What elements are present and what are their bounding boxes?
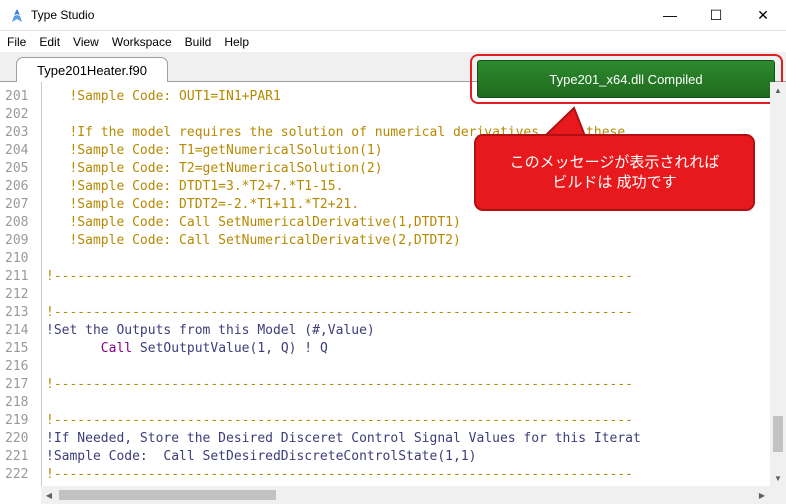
line-number: 218 [5,395,29,410]
app-logo-icon [12,9,22,22]
code-line: 221 !Sample Code: Call SetDesiredDiscrete… [0,448,770,466]
scroll-right-icon[interactable]: ▶ [754,486,770,504]
code-line: 212 [0,286,770,304]
code-text: !Sample Code: T1=getNumericalSolution(1) [46,143,383,158]
line-number: 215 [5,341,29,356]
line-number: 204 [5,143,29,158]
code-line: 218 [0,394,770,412]
code-line: 217 !------------------------------------… [0,376,770,394]
code-line: 211 !------------------------------------… [0,268,770,286]
menu-help[interactable]: Help [217,35,255,49]
line-number: 209 [5,233,29,248]
code-line: 208 !Sample Code: Call SetNumericalDeriv… [0,214,770,232]
code-text: !Sample Code: OUT1=IN1+PAR1 [46,89,281,104]
title-bar: Type Studio — ☐ ✕ [0,0,786,31]
line-number: 217 [5,377,29,392]
line-number: 214 [5,323,29,338]
line-number: 206 [5,179,29,194]
scroll-up-icon[interactable]: ▲ [770,82,786,98]
scrollbar-corner [770,486,786,504]
menu-bar: File Edit View Workspace Build Help [0,31,786,52]
callout-line-2: ビルドは 成功です [552,173,677,191]
code-text: !Sample Code: Call SetNumericalDerivativ… [46,233,461,248]
line-number: 201 [5,89,29,104]
code-line: 216 [0,358,770,376]
menu-file[interactable]: File [0,35,32,49]
code-text: !Sample Code: T2=getNumericalSolution(2) [46,161,383,176]
code-text: !If Needed, Store the Desired Disceret C… [46,431,641,446]
vertical-scrollbar[interactable]: ▲ ▼ [770,82,786,486]
menu-view[interactable]: View [66,35,105,49]
line-number: 219 [5,413,29,428]
line-number: 213 [5,305,29,320]
minimize-button[interactable]: — [647,0,693,30]
line-number: 221 [5,449,29,464]
line-number: 223 [5,484,37,486]
line-number: 220 [5,431,29,446]
scroll-left-icon[interactable]: ◀ [41,486,57,504]
code-line: 210 [0,250,770,268]
code-line: 215 Call SetOutputValue(1, Q) ! Q [0,340,770,358]
line-number: 222 [5,467,29,482]
code-line: 209 !Sample Code: Call SetNumericalDeriv… [0,232,770,250]
code-text: !Set the Outputs from this Model (#,Valu… [46,323,375,338]
code-line: 219 !------------------------------------… [0,412,770,430]
code-text: Call SetOutputValue(1, Q) ! Q [46,340,328,358]
scroll-down-icon[interactable]: ▼ [770,470,786,486]
vertical-scroll-thumb[interactable] [773,416,783,452]
code-text: !Sample Code: Call SetNumericalDerivativ… [46,215,461,230]
maximize-button[interactable]: ☐ [693,0,739,30]
horizontal-scroll-thumb[interactable] [59,490,276,500]
close-icon: ✕ [757,6,769,23]
code-line: 214 !Set the Outputs from this Model (#,V… [0,322,770,340]
line-number: 208 [5,215,29,230]
code-line: 220 !If Needed, Store the Desired Discere… [0,430,770,448]
code-text: !---------------------------------------… [46,467,633,482]
tab-type201heater[interactable]: Type201Heater.f90 [16,57,168,82]
line-number: 212 [5,287,29,302]
close-button[interactable]: ✕ [740,0,786,30]
code-text: !Sample Code: DTDT1=3.*T2+7.*T1-15. [46,179,344,194]
annotation-callout: このメッセージが表示されれば ビルドは 成功です [474,134,755,211]
code-text: !---------------------------------------… [46,269,633,284]
code-text: !---------------------------------------… [46,305,633,320]
compiled-status-banner: Type201_x64.dll Compiled [477,60,775,98]
code-line: 202 [0,106,770,124]
line-number: 211 [5,269,29,284]
maximize-icon: ☐ [709,6,723,23]
code-call-text: SetOutputValue(1, Q) ! Q [132,341,328,356]
code-line: 213 !------------------------------------… [0,304,770,322]
minimize-icon: — [663,7,677,23]
window-title: Type Studio [31,8,95,22]
menu-workspace[interactable]: Workspace [105,35,178,49]
code-text: !Sample Code: Call SetDesiredDiscreteCon… [46,449,477,464]
code-keyword: Call [100,341,133,356]
line-number: 216 [5,359,29,374]
code-text: !---------------------------------------… [46,413,633,428]
menu-edit[interactable]: Edit [32,35,66,49]
code-line: 222 !------------------------------------… [0,466,770,484]
menu-build[interactable]: Build [178,35,218,49]
callout-line-1: このメッセージが表示されれば [509,153,720,171]
line-number: 202 [5,107,29,122]
code-text: !Sample Code: DTDT2=-2.*T1+11.*T2+21. [46,197,360,212]
code-text: !---------------------------------------… [46,377,633,392]
horizontal-scrollbar[interactable]: ◀ ▶ [41,486,770,504]
line-number: 210 [5,251,29,266]
line-number: 203 [5,125,29,140]
line-number: 205 [5,161,29,176]
line-number: 207 [5,197,29,212]
